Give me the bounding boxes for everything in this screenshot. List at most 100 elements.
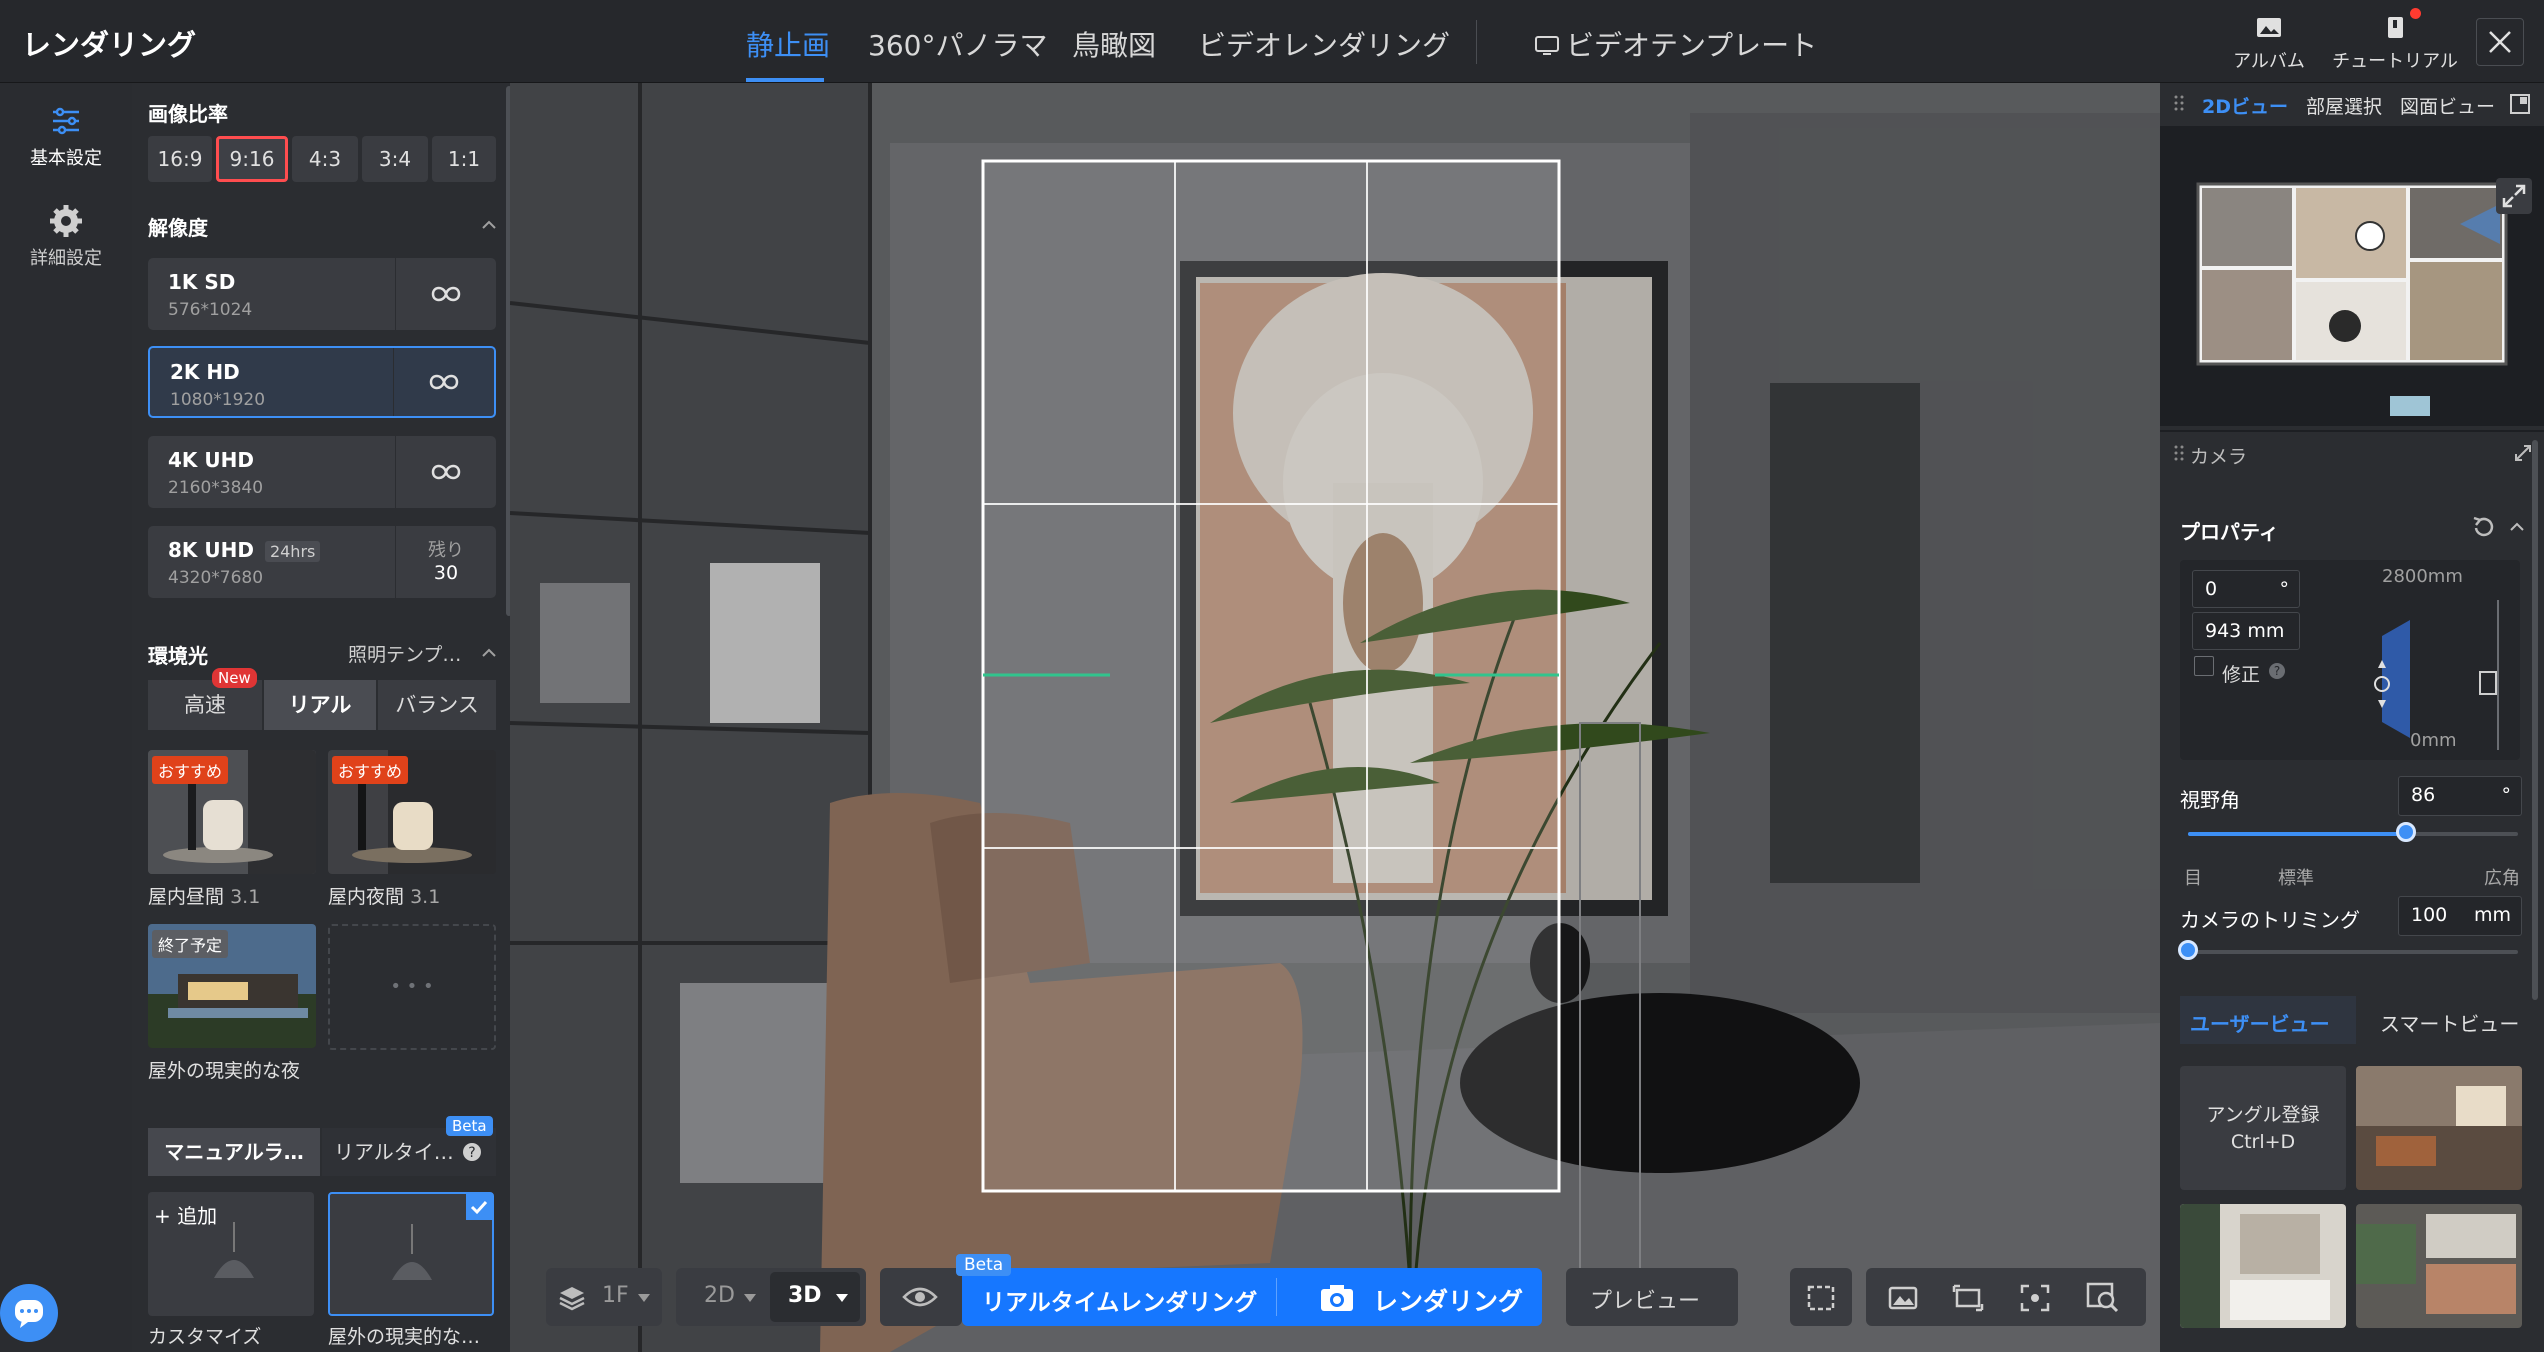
res-name: 8K UHD 24hrs — [168, 538, 321, 562]
trim-input[interactable]: 100 mm — [2398, 896, 2522, 936]
saved-view-thumbnail — [2180, 1204, 2346, 1328]
svg-text:?: ? — [2274, 664, 2280, 678]
ratio-9-16[interactable]: 9:16 — [216, 136, 288, 182]
angle-input[interactable]: 0 ° — [2192, 570, 2300, 608]
rail-basic-settings[interactable]: 基本設定 — [0, 103, 132, 170]
pendant-lamp-icon — [214, 1222, 254, 1278]
chevron-up-icon[interactable] — [482, 220, 496, 230]
caret-down-icon — [638, 1294, 650, 1302]
ratio-4-3[interactable]: 4:3 — [292, 136, 358, 182]
render-label: レンダリング — [1373, 1287, 1524, 1316]
saved-view-thumbnail — [2356, 1204, 2522, 1328]
trim-slider-handle[interactable] — [2178, 940, 2198, 960]
tab-user-view[interactable]: ユーザービュー — [2180, 996, 2356, 1044]
saved-view-1[interactable] — [2356, 1066, 2522, 1190]
saved-view-thumbnail — [2356, 1066, 2522, 1190]
mode-balance[interactable]: バランス — [378, 680, 496, 730]
drag-handle-icon[interactable] — [2174, 444, 2184, 462]
mode-3d-button[interactable]: 3D — [770, 1272, 860, 1322]
register-angle-button[interactable]: アングル登録 Ctrl+D — [2180, 1066, 2346, 1190]
tab-360-panorama[interactable]: 360°パノラマ — [868, 24, 1047, 64]
render-viewport[interactable] — [510, 83, 2160, 1352]
tab-2d-view[interactable]: 2Dビュー — [2202, 92, 2288, 119]
visibility-toggle[interactable] — [880, 1268, 962, 1326]
mode-real[interactable]: リアル — [264, 680, 376, 730]
camera-icon — [1321, 1285, 1353, 1311]
ratio-3-4[interactable]: 3:4 — [362, 136, 428, 182]
ratio-1-1[interactable]: 1:1 — [432, 136, 496, 182]
reset-icon[interactable] — [2470, 516, 2494, 538]
preset-indoor-day[interactable]: おすすめ — [148, 750, 316, 874]
fov-tick-eye: 目 — [2184, 868, 2202, 889]
more-presets-button[interactable]: • • • — [328, 924, 496, 1050]
view-mode-switch: 2D 3D — [676, 1268, 866, 1326]
preset-caption: 屋外の現実的な夜 — [148, 1060, 301, 1082]
saved-view-2[interactable] — [2180, 1204, 2346, 1328]
user-view-label: ユーザービュー — [2190, 1012, 2330, 1036]
mode-2d-label: 2D — [704, 1283, 735, 1308]
camera-panel-scrollbar[interactable] — [2532, 440, 2538, 1000]
tutorial-button[interactable]: チュートリアル — [2328, 8, 2462, 73]
resolution-4k-uhd[interactable]: 4K UHD 2160*3840 — [148, 436, 496, 508]
rail-advanced-settings[interactable]: 詳細設定 — [0, 203, 132, 270]
video-template-button[interactable]: ビデオテンプレート — [1534, 24, 1817, 64]
expand-icon[interactable] — [2514, 444, 2532, 462]
drag-handle-icon[interactable] — [2174, 94, 2184, 112]
ratio-16-9[interactable]: 16:9 — [148, 136, 212, 182]
chat-button[interactable] — [0, 1284, 58, 1342]
floor-selector[interactable]: 1F — [546, 1268, 662, 1326]
help-icon[interactable]: ? — [462, 1142, 482, 1162]
floor-plan-minimap[interactable] — [2160, 126, 2544, 426]
preset-caption: 屋内昼間 3.1 — [148, 886, 261, 908]
preset-indoor-night[interactable]: おすすめ — [328, 750, 496, 874]
res-dims: 576*1024 — [168, 300, 253, 320]
height-input[interactable]: 943 mm — [2192, 612, 2300, 650]
tab-birds-eye[interactable]: 鳥瞰図 — [1072, 24, 1156, 64]
tab-plan-view[interactable]: 図面ビュー — [2400, 92, 2495, 119]
preset-outdoor-night[interactable]: 終了予定 — [148, 924, 316, 1048]
fov-tick-wide: 広角 — [2484, 868, 2520, 889]
preview-button[interactable]: プレビュー — [1566, 1268, 1738, 1326]
chevron-up-icon[interactable] — [482, 648, 496, 658]
fov-input[interactable]: 86 ° — [2398, 776, 2522, 816]
frame-select-button[interactable] — [1790, 1268, 1852, 1326]
compare-view-icon[interactable] — [1952, 1284, 1984, 1312]
mode-2d-button[interactable]: 2D — [680, 1272, 764, 1322]
saved-view-3[interactable] — [2356, 1204, 2522, 1328]
fov-slider-handle[interactable] — [2395, 822, 2416, 842]
trim-slider[interactable] — [2178, 940, 2518, 960]
tab-still-image[interactable]: 静止画 — [746, 24, 830, 64]
tab-smart-view[interactable]: スマートビュー — [2380, 1008, 2519, 1037]
caret-down-icon — [836, 1294, 848, 1302]
video-template-label: ビデオテンプレート — [1566, 29, 1818, 62]
light-outdoor-real[interactable] — [328, 1192, 494, 1316]
resolution-8k-uhd[interactable]: 8K UHD 24hrs 4320*7680 残り 30 — [148, 526, 496, 598]
notification-dot — [2410, 8, 2421, 19]
book-icon — [2388, 17, 2403, 38]
help-icon[interactable]: ? — [2268, 662, 2286, 680]
chevron-up-icon[interactable] — [2510, 522, 2524, 532]
realtime-rendering-button[interactable]: リアルタイムレンダリング — [962, 1268, 1276, 1326]
fix-checkbox[interactable] — [2194, 656, 2214, 676]
album-button[interactable]: アルバム — [2228, 14, 2310, 73]
lighting-template-link[interactable]: 照明テンプ… — [348, 640, 461, 667]
camera-cone-diagram[interactable] — [2370, 600, 2520, 756]
tutorial-label: チュートリアル — [2332, 51, 2458, 72]
fov-tick-standard: 標準 — [2278, 868, 2314, 889]
fov-slider[interactable] — [2188, 822, 2518, 842]
active-tab-indicator — [746, 78, 824, 82]
tab-room-select[interactable]: 部屋選択 — [2306, 92, 2382, 119]
resolution-1k-sd[interactable]: 1K SD 576*1024 — [148, 258, 496, 330]
tab-video-rendering[interactable]: ビデオレンダリング — [1198, 24, 1450, 64]
close-button[interactable] — [2476, 18, 2524, 66]
tab-manual-lighting[interactable]: マニュアルラ… — [148, 1128, 320, 1176]
picture-icon[interactable] — [1888, 1284, 1918, 1312]
resolution-2k-hd[interactable]: 2K HD 1080*1920 — [148, 346, 496, 418]
focus-icon[interactable] — [2020, 1284, 2050, 1312]
render-button[interactable]: レンダリング — [1277, 1268, 1542, 1326]
zoom-search-icon[interactable] — [2086, 1282, 2120, 1314]
expand-map-button[interactable] — [2496, 178, 2532, 214]
popout-icon[interactable] — [2510, 94, 2530, 114]
caret-down-icon — [744, 1294, 756, 1302]
add-light-button[interactable]: + 追加 — [148, 1192, 314, 1316]
